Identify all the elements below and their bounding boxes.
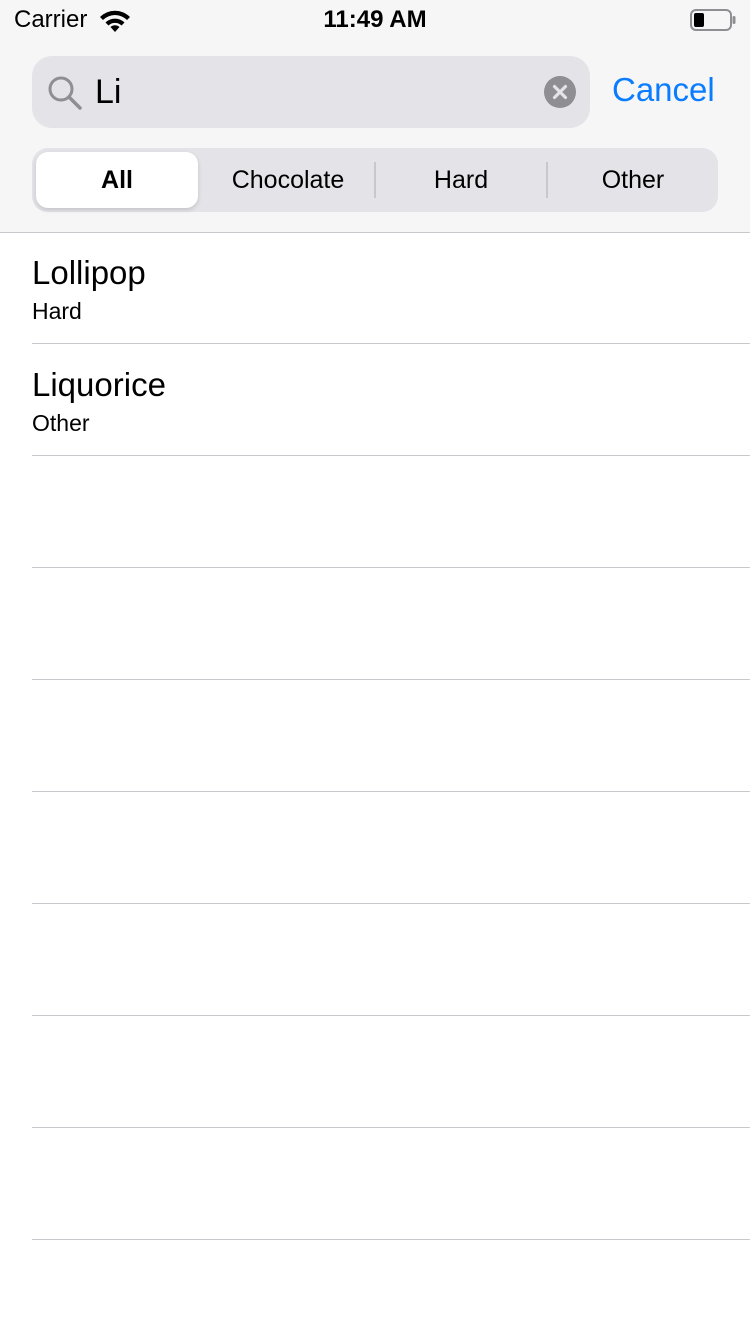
row-separator xyxy=(32,679,750,680)
search-header: Carrier 11:49 AM Li Cancel All Chocolate… xyxy=(0,0,750,233)
row-separator xyxy=(32,455,750,456)
item-title: Liquorice xyxy=(32,366,166,403)
row-separator xyxy=(32,903,750,904)
row-separator xyxy=(32,1127,750,1128)
status-time: 11:49 AM xyxy=(323,6,427,33)
battery-icon xyxy=(690,9,736,31)
item-title: Lollipop xyxy=(32,254,146,291)
status-bar: Carrier 11:49 AM xyxy=(0,0,750,40)
row-separator xyxy=(32,791,750,792)
row-separator xyxy=(32,567,750,568)
scope-tab-hard[interactable]: Hard xyxy=(376,148,546,212)
search-query-text[interactable]: Li xyxy=(95,72,121,112)
list-item[interactable]: Lollipop Hard xyxy=(0,233,750,345)
row-separator xyxy=(32,1239,750,1240)
magnifying-glass-icon xyxy=(48,76,82,110)
scope-tab-other[interactable]: Other xyxy=(548,148,718,212)
list-item[interactable]: Liquorice Other xyxy=(0,345,750,457)
item-category: Hard xyxy=(32,298,82,324)
scope-tab-all[interactable]: All xyxy=(36,152,198,208)
scope-segmented-control: All Chocolate Hard Other xyxy=(32,148,718,212)
cancel-button[interactable]: Cancel xyxy=(612,70,715,110)
clear-circle-icon[interactable] xyxy=(544,76,576,108)
row-separator xyxy=(32,1015,750,1016)
search-input[interactable]: Li xyxy=(32,56,590,128)
item-category: Other xyxy=(32,410,90,436)
row-separator xyxy=(32,343,750,344)
scope-tab-chocolate[interactable]: Chocolate xyxy=(202,148,374,212)
